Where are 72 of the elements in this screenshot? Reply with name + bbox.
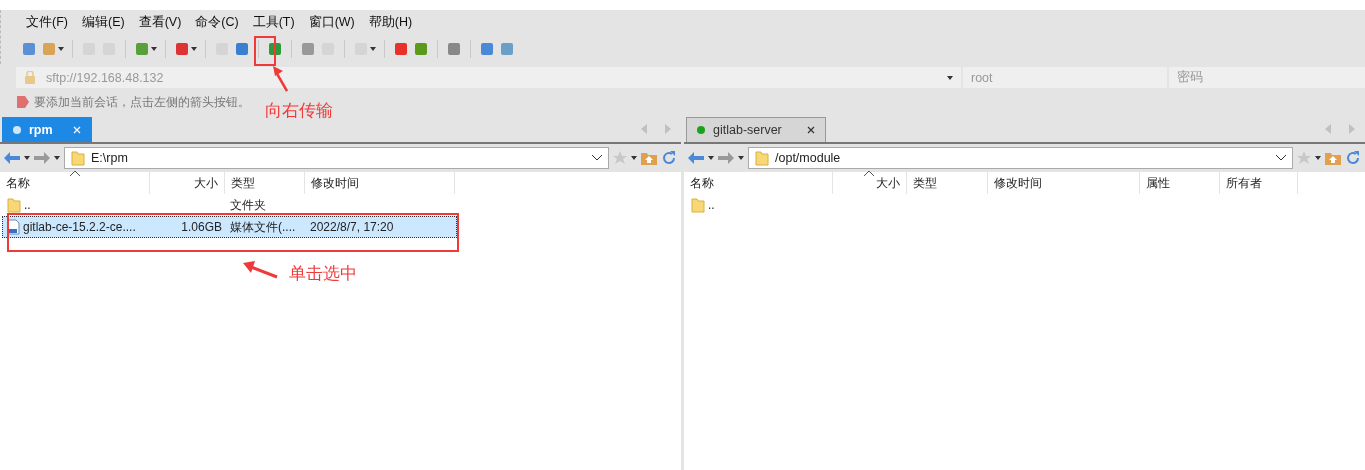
- table-cell: ..: [24, 198, 31, 212]
- forward-arrow-icon[interactable]: [34, 152, 50, 164]
- column-header[interactable]: 修改时间: [988, 172, 1140, 194]
- table-cell: 2022/8/7, 17:20: [310, 220, 394, 234]
- dropdown-arrow-icon: [370, 47, 376, 51]
- dropdown-arrow-icon: [738, 156, 744, 160]
- table-cell: ..: [708, 198, 715, 212]
- menu-item[interactable]: 文件(F): [19, 13, 75, 31]
- refresh-icon[interactable]: [661, 150, 677, 166]
- menu-item[interactable]: 工具(T): [245, 13, 302, 31]
- column-header[interactable]: 名称: [684, 172, 833, 194]
- folder-icon: [691, 197, 705, 213]
- annotation-text: 向右传输: [265, 100, 333, 122]
- home-folder-icon[interactable]: [641, 151, 657, 165]
- path-field[interactable]: /opt/module: [748, 147, 1293, 169]
- table-cell: 1.06GB: [181, 220, 222, 234]
- home-folder-icon[interactable]: [1325, 151, 1341, 165]
- session-tab[interactable]: rpm: [2, 117, 92, 142]
- dropdown-arrow-icon: [151, 47, 157, 51]
- file-row[interactable]: gitlab-ce-15.2.2-ce.... 1.06GB 媒体文件(.... 2022/8/7, 17:20: [2, 216, 457, 238]
- dropdown-arrow-icon: [24, 156, 30, 160]
- menu-item[interactable]: 命令(C): [188, 13, 246, 31]
- menu-item[interactable]: 编辑(E): [74, 13, 132, 31]
- table-cell: 文件夹: [230, 196, 266, 214]
- menu-item[interactable]: 窗口(W): [301, 13, 362, 31]
- folder-icon: [755, 150, 769, 166]
- chevron-down-icon[interactable]: [592, 155, 602, 161]
- dropdown-arrow-icon: [947, 75, 953, 80]
- folder-icon: [7, 197, 21, 213]
- lock-icon: [24, 71, 36, 84]
- sort-caret-icon: [864, 170, 874, 176]
- session-tab[interactable]: gitlab-server: [686, 117, 826, 142]
- table-cell: gitlab-ce-15.2.2-ce....: [23, 220, 136, 234]
- dropdown-arrow-icon: [708, 156, 714, 160]
- column-header[interactable]: 名称: [0, 172, 150, 194]
- column-header[interactable]: 所有者: [1220, 172, 1298, 194]
- pointer-arrow-icon: [272, 66, 288, 92]
- scroll-arrows-icon[interactable]: [641, 124, 671, 134]
- column-header[interactable]: 类型: [907, 172, 988, 194]
- table-cell: 媒体文件(....: [230, 218, 296, 236]
- file-icon: [7, 219, 20, 235]
- scroll-arrows-icon[interactable]: [1325, 124, 1355, 134]
- annotation-text: 单击选中: [289, 263, 357, 285]
- chevron-down-icon[interactable]: [1276, 155, 1286, 161]
- pointer-arrow-icon: [243, 261, 279, 279]
- forward-arrow-icon[interactable]: [718, 152, 734, 164]
- path-field[interactable]: E:\rpm: [64, 147, 609, 169]
- close-icon[interactable]: [807, 126, 815, 134]
- dropdown-arrow-icon: [631, 156, 637, 160]
- star-icon[interactable]: [1297, 151, 1311, 165]
- column-header[interactable]: 大小: [150, 172, 225, 194]
- file-row[interactable]: ..: [686, 194, 835, 216]
- column-header[interactable]: 大小: [833, 172, 907, 194]
- flag-arrow-icon: [16, 95, 30, 109]
- menu-item[interactable]: 查看(V): [131, 13, 189, 31]
- file-row[interactable]: .. 文件夹: [2, 194, 457, 216]
- dropdown-arrow-icon: [191, 47, 197, 51]
- back-arrow-icon[interactable]: [688, 152, 704, 164]
- back-arrow-icon[interactable]: [4, 152, 20, 164]
- star-icon[interactable]: [613, 151, 627, 165]
- dropdown-arrow-icon: [54, 156, 60, 160]
- highlight-frame: [254, 36, 276, 66]
- dropdown-arrow-icon: [1315, 156, 1321, 160]
- refresh-icon[interactable]: [1345, 150, 1361, 166]
- menu-item[interactable]: 帮助(H): [361, 13, 420, 31]
- hint-text: 要添加当前会话，点击左侧的箭头按钮。: [34, 93, 250, 111]
- folder-icon: [71, 150, 85, 166]
- column-header[interactable]: 修改时间: [305, 172, 455, 194]
- column-header[interactable]: 类型: [225, 172, 305, 194]
- dropdown-arrow-icon: [58, 47, 64, 51]
- sort-caret-icon: [70, 170, 80, 176]
- column-header[interactable]: 属性: [1140, 172, 1220, 194]
